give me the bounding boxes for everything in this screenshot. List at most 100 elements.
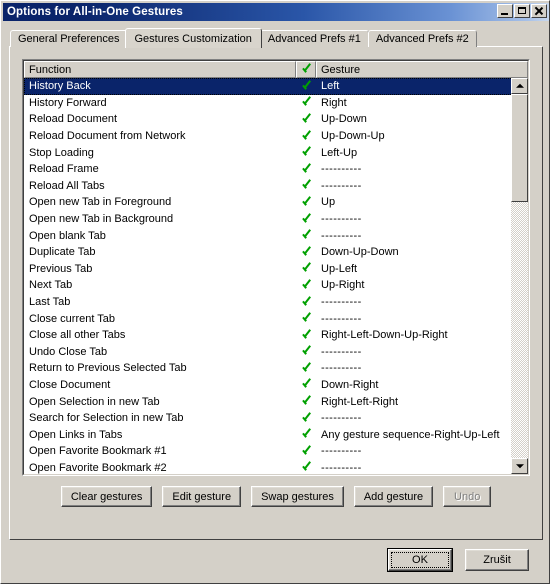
table-row[interactable]: Next Tab Up-Right xyxy=(24,277,513,294)
table-row[interactable]: Open Links in Tabs Any gesture sequence-R… xyxy=(24,426,513,443)
minimize-icon[interactable] xyxy=(497,4,513,18)
table-row[interactable]: Reload Frame ---------- xyxy=(24,161,513,178)
table-row[interactable]: Open blank Tab ---------- xyxy=(24,227,513,244)
cell-enabled[interactable] xyxy=(296,430,316,439)
cell-enabled[interactable] xyxy=(296,298,316,307)
cell-enabled[interactable] xyxy=(296,198,316,207)
scroll-down-icon[interactable] xyxy=(511,458,528,474)
vertical-scrollbar[interactable] xyxy=(511,78,528,474)
table-row[interactable]: Open Selection in new Tab Right-Left-Righ… xyxy=(24,393,513,410)
table-row[interactable]: Last Tab ---------- xyxy=(24,294,513,311)
ok-button[interactable]: OK xyxy=(387,548,453,572)
cell-enabled[interactable] xyxy=(296,397,316,406)
cell-enabled[interactable] xyxy=(296,347,316,356)
table-row[interactable]: Undo Close Tab ---------- xyxy=(24,344,513,361)
cell-enabled[interactable] xyxy=(296,364,316,373)
table-row[interactable]: Close Document Down-Right xyxy=(24,377,513,394)
cell-enabled[interactable] xyxy=(296,281,316,290)
cell-function: Stop Loading xyxy=(29,146,94,159)
cell-gesture: Up-Down xyxy=(321,113,367,126)
ok-button-label: OK xyxy=(412,554,428,566)
cell-enabled[interactable] xyxy=(296,264,316,273)
cell-enabled[interactable] xyxy=(296,248,316,257)
tab-general-preferences[interactable]: General Preferences xyxy=(10,30,128,47)
table-row[interactable]: Search for Selection in new Tab ---------… xyxy=(24,410,513,427)
cell-gesture: Any gesture sequence-Right-Up-Left xyxy=(321,428,500,441)
cell-enabled[interactable] xyxy=(296,148,316,157)
add-gesture-button[interactable]: Add gesture xyxy=(353,486,434,507)
check-icon xyxy=(302,298,311,307)
check-icon xyxy=(302,430,311,439)
cell-gesture: Down-Right xyxy=(321,378,379,391)
table-row[interactable]: Return to Previous Selected Tab ---------… xyxy=(24,360,513,377)
cell-gesture: ---------- xyxy=(321,362,362,375)
check-icon xyxy=(302,331,311,340)
table-row[interactable]: History Back Left xyxy=(24,78,513,95)
tab-label: General Preferences xyxy=(18,33,120,45)
edit-gesture-button[interactable]: Edit gesture xyxy=(162,486,242,507)
check-icon xyxy=(302,364,311,373)
scroll-up-icon[interactable] xyxy=(511,78,528,94)
close-icon[interactable] xyxy=(531,4,547,18)
check-icon xyxy=(302,98,311,107)
scrollbar-thumb[interactable] xyxy=(511,94,528,202)
maximize-icon[interactable] xyxy=(514,4,530,18)
cell-enabled[interactable] xyxy=(296,132,316,141)
table-row[interactable]: Stop Loading Left-Up xyxy=(24,144,513,161)
cell-function: Close Document xyxy=(29,378,111,391)
column-header-enabled[interactable] xyxy=(296,61,316,78)
table-row[interactable]: History Forward Right xyxy=(24,95,513,112)
cell-gesture: ---------- xyxy=(321,461,362,474)
check-icon xyxy=(302,380,311,389)
gestures-list[interactable]: Function Gesture History Back Left History… xyxy=(22,59,530,476)
cell-gesture: ---------- xyxy=(321,296,362,309)
cell-enabled[interactable] xyxy=(296,215,316,224)
tab-gestures-customization[interactable]: Gestures Customization xyxy=(124,28,262,48)
swap-gestures-button[interactable]: Swap gestures xyxy=(251,486,344,507)
table-row[interactable]: Reload Document from Network Up-Down-Up xyxy=(24,128,513,145)
tab-label: Gestures Customization xyxy=(134,32,252,45)
cell-enabled[interactable] xyxy=(296,98,316,107)
cell-gesture: ---------- xyxy=(321,312,362,325)
cell-gesture: Up-Left xyxy=(321,262,358,275)
cancel-button-label: Zrušit xyxy=(483,554,511,566)
table-row[interactable]: Open new Tab in Background ---------- xyxy=(24,211,513,228)
table-row[interactable]: Open Favorite Bookmark #2 ---------- xyxy=(24,460,513,474)
check-icon xyxy=(302,115,311,124)
cell-function: Open Links in Tabs xyxy=(29,428,123,441)
check-icon xyxy=(302,463,311,472)
cancel-button[interactable]: Zrušit xyxy=(465,549,529,571)
cell-enabled[interactable] xyxy=(296,181,316,190)
tab-advanced-prefs-2[interactable]: Advanced Prefs #2 xyxy=(367,30,477,47)
table-row[interactable]: Close all other Tabs Right-Left-Down-Up-R… xyxy=(24,327,513,344)
cell-gesture: ---------- xyxy=(321,179,362,192)
table-row[interactable]: Open new Tab in Foreground Up xyxy=(24,194,513,211)
cell-enabled[interactable] xyxy=(296,447,316,456)
cell-enabled[interactable] xyxy=(296,380,316,389)
cell-enabled[interactable] xyxy=(296,231,316,240)
list-rows-container: History Back Left History Forward Right Relo… xyxy=(24,78,513,474)
cell-enabled[interactable] xyxy=(296,82,316,91)
cell-enabled[interactable] xyxy=(296,165,316,174)
table-row[interactable]: Previous Tab Up-Left xyxy=(24,261,513,278)
table-row[interactable]: Open Favorite Bookmark #1 ---------- xyxy=(24,443,513,460)
cell-gesture: Down-Up-Down xyxy=(321,246,399,259)
cell-gesture: Left xyxy=(321,80,340,93)
undo-button: Undo xyxy=(443,486,492,507)
cell-enabled[interactable] xyxy=(296,331,316,340)
table-row[interactable]: Reload All Tabs ---------- xyxy=(24,178,513,195)
check-icon xyxy=(302,231,311,240)
cell-enabled[interactable] xyxy=(296,314,316,323)
tab-advanced-prefs-1[interactable]: Advanced Prefs #1 xyxy=(259,30,369,47)
cell-enabled[interactable] xyxy=(296,115,316,124)
clear-gestures-button[interactable]: Clear gestures xyxy=(60,486,153,507)
table-row[interactable]: Duplicate Tab Down-Up-Down xyxy=(24,244,513,261)
column-header-gesture[interactable]: Gesture xyxy=(316,61,528,78)
table-row[interactable]: Close current Tab ---------- xyxy=(24,310,513,327)
cell-gesture: ---------- xyxy=(321,345,362,358)
cell-gesture: Left-Up xyxy=(321,146,358,159)
cell-enabled[interactable] xyxy=(296,463,316,472)
table-row[interactable]: Reload Document Up-Down xyxy=(24,111,513,128)
column-header-function[interactable]: Function xyxy=(24,61,296,78)
cell-enabled[interactable] xyxy=(296,414,316,423)
